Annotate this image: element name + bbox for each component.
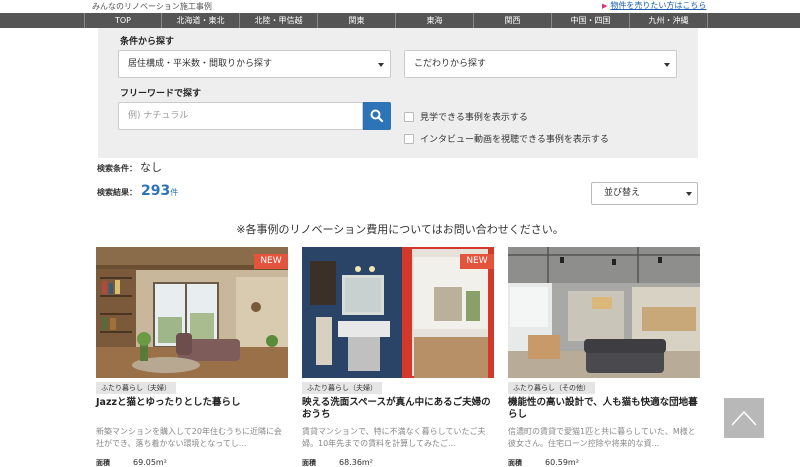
search-result-count: 検索結果： 293件 — [97, 183, 178, 199]
area-label: 面積 — [302, 459, 316, 467]
case-card[interactable]: NEW ふたり暮らし（夫婦） 映える洗面スペースが真ん中にあるご夫婦のおうち 賃… — [302, 247, 494, 467]
household-tag: ふたり暮らし（夫婦） — [96, 382, 176, 394]
area-value: 60.59m² — [545, 458, 579, 467]
nav-item-tokai[interactable]: 東海 — [396, 13, 474, 28]
case-description: 新築マンションを購入して20年住むうちに近隣に会社ができ、落ち着かない環境となっ… — [96, 427, 282, 448]
visit-checkbox-label: 見学できる事例を表示する — [420, 113, 528, 123]
nav-item-hokkaido-tohoku[interactable]: 北海道・東北 — [162, 13, 240, 28]
nav-item-kyushu-okinawa[interactable]: 九州・沖縄 — [630, 13, 708, 28]
cost-notice: ※各事例のリノベーション費用についてはお問い合わせください。 — [236, 223, 564, 236]
case-title[interactable]: 機能性の高い設計で、人も猫も快適な団地暮らし — [508, 397, 700, 421]
search-panel: 条件から探す 居住構成・平米数・間取りから探す こだわりから探す フリーワードで… — [98, 28, 698, 158]
region-nav: TOP 北海道・東北 北陸・甲信越 関東 東海 関西 中国・四国 九州・沖縄 — [0, 13, 800, 28]
search-icon — [370, 109, 384, 123]
area-label: 面積 — [508, 459, 522, 467]
layout-select[interactable]: 居住構成・平米数・間取りから探す — [118, 50, 391, 78]
case-photo-living-room[interactable]: NEW — [96, 247, 288, 378]
new-badge: NEW — [460, 254, 494, 269]
keyword-input[interactable]: 例) ナチュラル — [118, 102, 363, 130]
site-title: みんなのリノベーション施工事例 — [92, 2, 212, 11]
interview-checkbox-label: インタビュー動画を視聴できる事例を表示する — [420, 135, 609, 145]
nav-item-kanto[interactable]: 関東 — [318, 13, 396, 28]
nav-item-top[interactable]: TOP — [84, 13, 162, 28]
sort-select-value: 並び替え — [604, 188, 641, 198]
case-description: 賃貸マンションで、特に不満なく暮らしていたご夫婦。10年先までの賃料を計算してみ… — [302, 427, 486, 448]
keyword-search-button[interactable] — [363, 102, 391, 130]
caret-down-icon — [664, 63, 670, 67]
area-value: 69.05m² — [133, 458, 167, 467]
case-card[interactable]: NEW ふたり暮らし（夫婦） Jazzと猫とゆったりとした暮らし 新築マンション… — [96, 247, 288, 467]
sell-property-link[interactable]: ▶ 物件を売りたい方はこちら — [602, 0, 706, 11]
case-title[interactable]: Jazzと猫とゆったりとした暮らし — [96, 397, 288, 409]
keyword-label: フリーワードで探す — [120, 89, 202, 99]
household-tag: ふたり暮らし（夫婦） — [302, 382, 382, 394]
condition-value: なし — [140, 161, 162, 174]
case-area: 面積 68.36m² — [302, 458, 373, 467]
new-badge: NEW — [254, 254, 288, 269]
result-count: 293 — [141, 183, 171, 199]
nav-item-hokuriku-koshinetsu[interactable]: 北陸・甲信越 — [240, 13, 318, 28]
case-title[interactable]: 映える洗面スペースが真ん中にあるご夫婦のおうち — [302, 397, 494, 421]
scroll-to-top-button[interactable] — [724, 398, 764, 438]
triangle-right-icon: ▶ — [602, 2, 608, 10]
interview-checkbox-row[interactable]: インタビュー動画を視聴できる事例を表示する — [404, 132, 609, 145]
case-card[interactable]: ふたり暮らし（その他） 機能性の高い設計で、人も猫も快適な団地暮らし 信濃町の賃… — [508, 247, 700, 467]
case-area: 面積 60.59m² — [508, 458, 579, 467]
chevron-up-icon — [731, 410, 757, 426]
layout-select-value: 居住構成・平米数・間取りから探す — [128, 59, 273, 69]
conditions-label: 条件から探す — [120, 37, 175, 47]
feature-select[interactable]: こだわりから探す — [404, 50, 677, 78]
search-conditions: 検索条件： なし — [97, 159, 162, 175]
keyword-placeholder: 例) ナチュラル — [128, 111, 189, 121]
sell-link-label: 物件を売りたい方はこちら — [610, 1, 707, 10]
household-tag: ふたり暮らし（その他） — [508, 382, 595, 394]
sort-select[interactable]: 並び替え — [591, 182, 698, 205]
feature-select-value: こだわりから探す — [414, 59, 487, 69]
visit-checkbox-row[interactable]: 見学できる事例を表示する — [404, 110, 528, 123]
condition-label: 検索条件： — [97, 164, 137, 173]
case-photo-danchi-living[interactable] — [508, 247, 700, 378]
case-area: 面積 69.05m² — [96, 458, 167, 467]
interview-checkbox[interactable] — [404, 133, 414, 144]
area-label: 面積 — [96, 459, 110, 467]
top-bar: みんなのリノベーション施工事例 ▶ 物件を売りたい方はこちら — [0, 0, 800, 13]
case-photo-washroom[interactable]: NEW — [302, 247, 494, 378]
nav-item-chugoku-shikoku[interactable]: 中国・四国 — [552, 13, 630, 28]
caret-down-icon — [686, 192, 692, 196]
case-description: 信濃町の賃貸で愛猫1匹と共に暮らしていた、M様と彼女さん。住宅ローン控除や将来的… — [508, 427, 696, 448]
count-unit: 件 — [170, 188, 179, 197]
area-value: 68.36m² — [339, 458, 373, 467]
nav-item-kansai[interactable]: 関西 — [474, 13, 552, 28]
count-label: 検索結果： — [97, 188, 137, 197]
caret-down-icon — [378, 63, 384, 67]
visit-checkbox[interactable] — [404, 111, 414, 122]
